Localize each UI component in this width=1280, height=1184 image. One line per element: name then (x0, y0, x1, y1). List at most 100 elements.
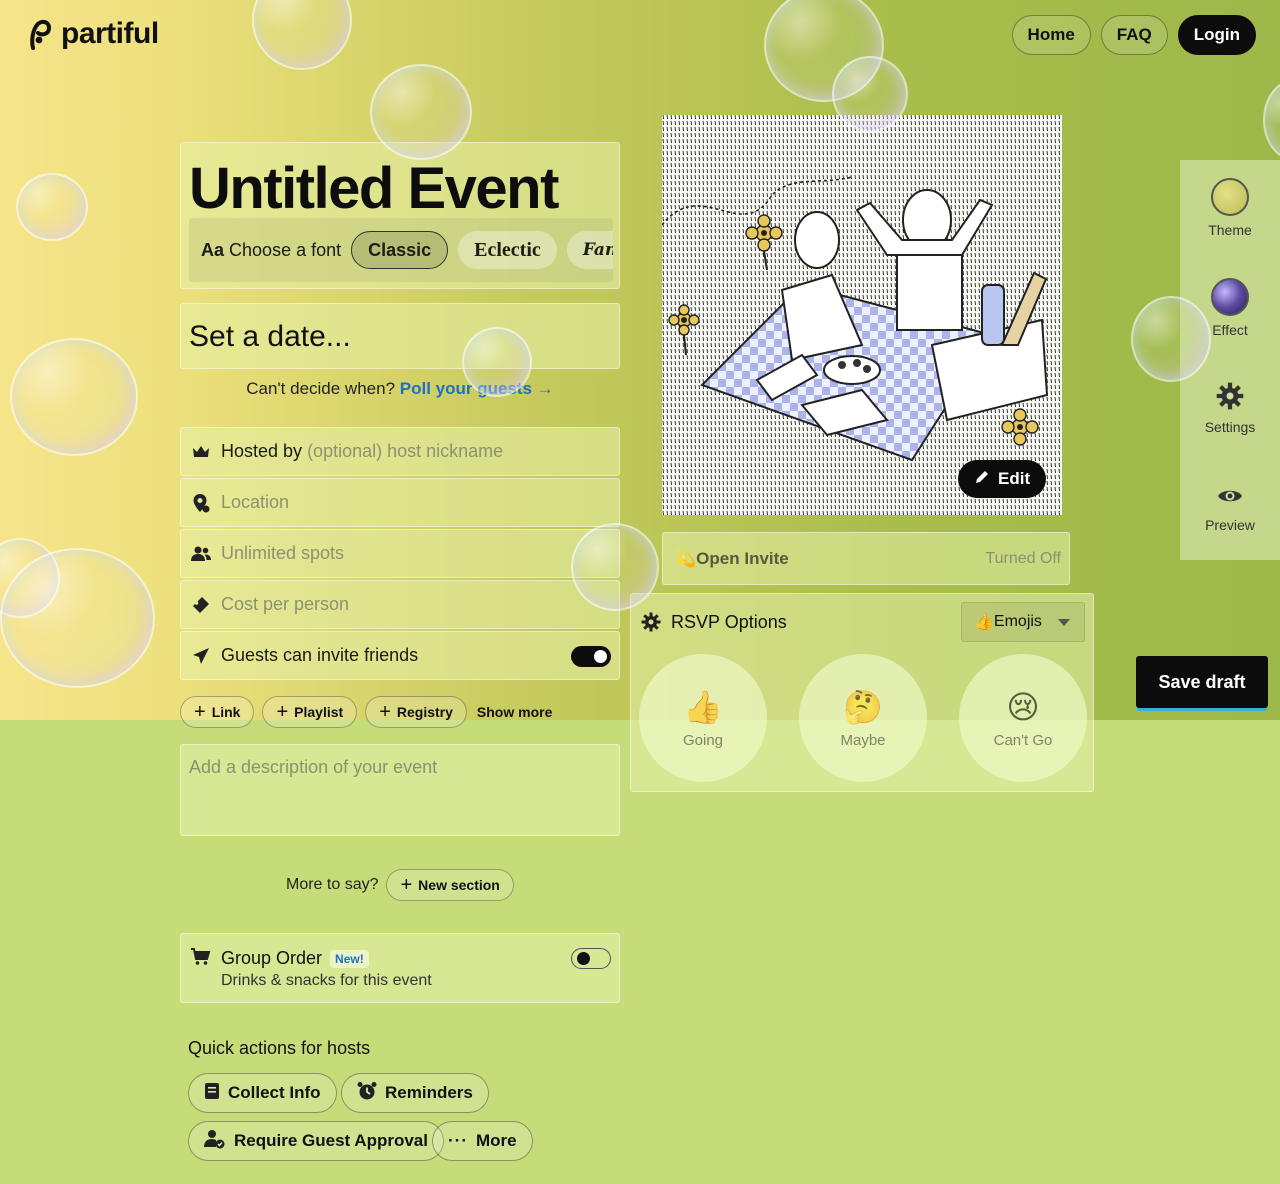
group-order-title: Group Order (221, 948, 323, 968)
hosted-by-label: Hosted by (221, 441, 303, 461)
rsvp-options-title: RSVP Options (671, 612, 787, 632)
add-link-label: Link (211, 704, 241, 720)
open-invite-label: Open Invite (696, 548, 789, 568)
font-option-eclectic[interactable]: Eclectic (458, 231, 557, 269)
guests-invite-label: Guests can invite friends (221, 645, 419, 665)
sidebar-effect[interactable]: Effect (1180, 278, 1280, 338)
group-order-toggle[interactable] (571, 948, 611, 969)
font-picker: Aa Choose a font Classic Eclectic Fan (189, 218, 613, 282)
hosted-by-field[interactable]: Hosted by (optional) host nickname (180, 427, 620, 476)
cost-placeholder: Cost per person (221, 594, 350, 614)
rsvp-maybe-label: Maybe (840, 731, 886, 749)
rsvp-maybe-option[interactable]: 🤔 Maybe (799, 654, 927, 782)
font-option-classic[interactable]: Classic (351, 231, 449, 269)
shopping-cart-icon (191, 948, 211, 971)
guests-invite-row: Guests can invite friends (180, 631, 620, 680)
nav-faq-button[interactable]: FAQ (1100, 15, 1168, 55)
right-sidebar: Theme Effect Settings Preview (1180, 160, 1280, 560)
rsvp-going-option[interactable]: 👍 Going (639, 654, 767, 782)
plus-icon: + (194, 701, 206, 723)
crying-face-icon: 😢 (1006, 688, 1040, 725)
more-to-say-label: More to say? (286, 876, 379, 893)
hosted-by-text: Hosted by (optional) host nickname (221, 441, 503, 462)
edit-image-button[interactable]: Edit (958, 460, 1047, 498)
hosted-by-placeholder: (optional) host nickname (307, 441, 504, 461)
save-draft-button[interactable]: Save draft (1136, 656, 1268, 708)
arrow-right-icon: → (536, 379, 554, 398)
reminders-label: Reminders (385, 1083, 473, 1102)
font-aa-icon: Aa (201, 239, 225, 260)
effect-swatch-icon (1211, 278, 1249, 316)
gear-icon (641, 612, 661, 637)
alarm-clock-icon (357, 1081, 377, 1106)
group-order-subtitle: Drinks & snacks for this event (221, 972, 432, 989)
poll-guests-link[interactable]: Poll your guests → (400, 379, 554, 398)
require-approval-button[interactable]: Require Guest Approval (188, 1121, 444, 1161)
plus-icon: + (379, 701, 391, 723)
description-field[interactable]: Add a description of your event (180, 744, 620, 836)
picnic-illustration (662, 115, 1062, 515)
add-registry-label: Registry (396, 704, 453, 720)
add-registry-button[interactable]: + Registry (365, 696, 467, 728)
rsvp-cant-go-label: Can't Go (993, 731, 1053, 749)
logo[interactable]: partiful (27, 17, 159, 51)
partiful-logo-icon (30, 19, 52, 50)
nav-login-button[interactable]: Login (1177, 15, 1256, 55)
sidebar-preview-label: Preview (1205, 517, 1255, 533)
plus-icon: + (400, 874, 413, 896)
rsvp-style-value: Emojis (993, 613, 1042, 630)
title-block: Untitled Event Aa Choose a font Classic … (180, 142, 620, 289)
poll-guests-link-text: Poll your guests (399, 379, 533, 398)
add-playlist-label: Playlist (294, 704, 344, 720)
addon-buttons: + Link + Playlist + Registry Show more (180, 696, 552, 728)
collect-info-label: Collect Info (228, 1083, 321, 1102)
open-invite-status: Turned Off (985, 550, 1061, 567)
form-icon (204, 1082, 220, 1105)
rsvp-cant-go-option[interactable]: 😢 Can't Go (959, 654, 1087, 782)
reminders-button[interactable]: Reminders (341, 1073, 489, 1113)
sidebar-theme[interactable]: Theme (1180, 178, 1280, 238)
rsvp-going-label: Going (682, 731, 724, 749)
dizzy-icon: 💫 (675, 548, 697, 568)
pencil-icon (974, 469, 990, 490)
event-cover-image[interactable] (662, 115, 1062, 515)
chevron-down-icon (1058, 619, 1070, 626)
theme-swatch-icon (1211, 178, 1249, 216)
location-field[interactable]: Location (180, 478, 620, 527)
ticket-icon (191, 595, 211, 615)
font-option-fancy[interactable]: Fan (566, 231, 613, 269)
eye-icon (1216, 484, 1244, 511)
spots-field[interactable]: Unlimited spots (180, 529, 620, 578)
date-placeholder: Set a date... (189, 320, 351, 353)
sidebar-settings[interactable]: Settings (1180, 382, 1280, 435)
new-section-button[interactable]: + New section (386, 869, 514, 901)
thumbs-up-icon: 👍 (974, 614, 994, 631)
cost-field[interactable]: Cost per person (180, 580, 620, 629)
sidebar-preview[interactable]: Preview (1180, 484, 1280, 533)
add-link-button[interactable]: + Link (180, 696, 255, 728)
user-check-icon (204, 1129, 226, 1154)
more-to-say-row: More to say? + New section (286, 869, 514, 901)
collect-info-button[interactable]: Collect Info (188, 1073, 337, 1113)
sidebar-settings-label: Settings (1204, 419, 1256, 435)
new-section-label: New section (418, 877, 500, 893)
require-approval-label: Require Guest Approval (234, 1131, 428, 1150)
font-picker-text: Choose a font (229, 239, 342, 260)
ellipsis-icon: ··· (448, 1131, 468, 1150)
brand-name: partiful (61, 17, 159, 50)
more-actions-button[interactable]: ··· More (432, 1121, 533, 1161)
rsvp-style-select[interactable]: 👍 Emojis (961, 602, 1085, 642)
guests-invite-toggle[interactable] (571, 646, 611, 667)
location-pin-icon (191, 493, 211, 513)
font-picker-label: Aa Choose a font (201, 240, 341, 261)
date-field[interactable]: Set a date... (180, 303, 620, 369)
open-invite-row[interactable]: 💫Open Invite Turned Off (662, 532, 1070, 585)
send-icon (191, 646, 211, 666)
poll-guests-line: Can't decide when? Poll your guests → (180, 379, 620, 399)
nav-home-button[interactable]: Home (1011, 15, 1091, 55)
event-title-input[interactable]: Untitled Event (189, 155, 559, 222)
group-order-card: Group Order New! Drinks & snacks for thi… (180, 933, 620, 1003)
rsvp-options-card: RSVP Options 👍 Emojis 👍 Going 🤔 Maybe 😢 C… (630, 593, 1094, 792)
show-more-link[interactable]: Show more (477, 704, 552, 720)
add-playlist-button[interactable]: + Playlist (262, 696, 358, 728)
